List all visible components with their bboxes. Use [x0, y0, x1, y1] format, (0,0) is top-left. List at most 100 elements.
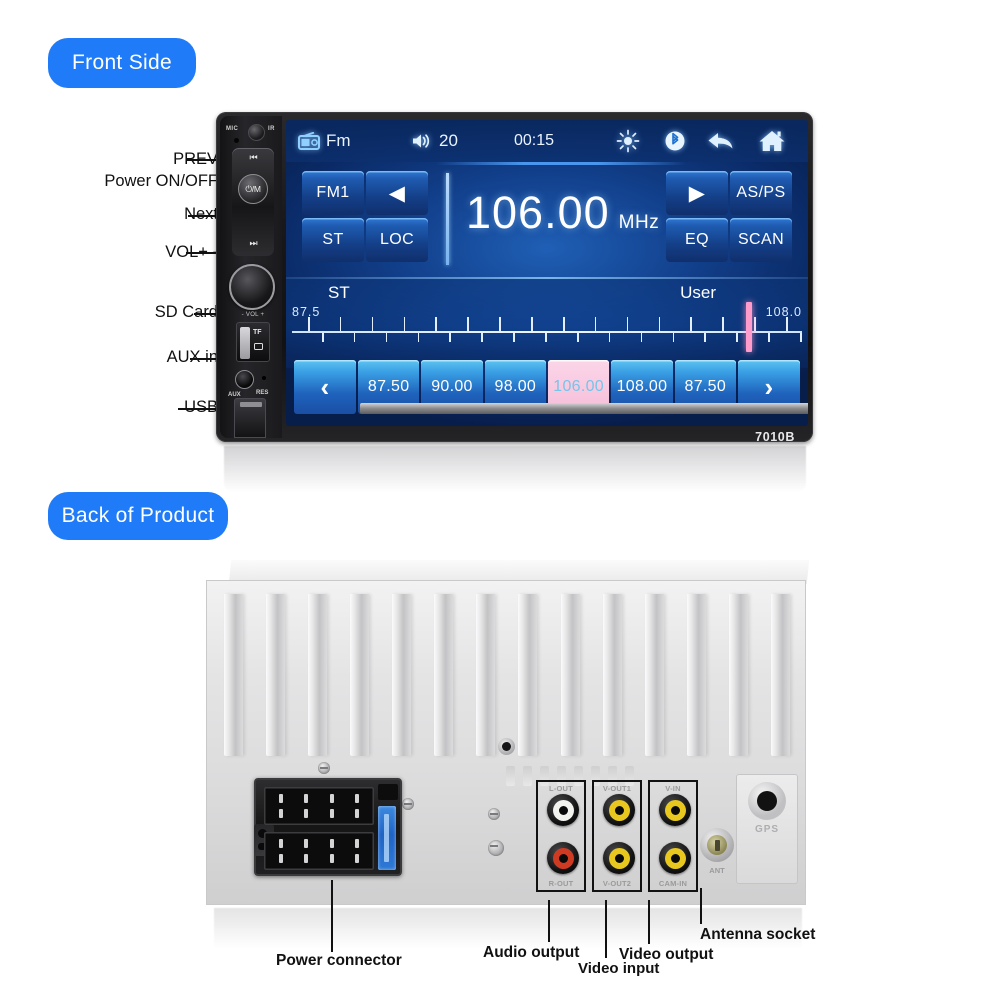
- power-pin: [355, 794, 360, 803]
- rca-r-out[interactable]: [547, 842, 579, 874]
- rca-v-in[interactable]: [659, 794, 691, 826]
- back-of-product-badge: Back of Product: [48, 492, 228, 540]
- volume-knob-label: - VOL +: [241, 312, 265, 318]
- stereo-button[interactable]: ST: [302, 218, 364, 262]
- source-indicator[interactable]: Fm: [298, 131, 351, 151]
- scale-tick-minor: [576, 333, 579, 342]
- power-connector-top-block: [264, 787, 374, 825]
- callout-video-output-label: Video output: [619, 946, 714, 963]
- antenna-pin: [714, 839, 720, 851]
- fuse[interactable]: [378, 806, 396, 870]
- prev-track-icon[interactable]: ⏮: [232, 152, 274, 163]
- scale-marker: [745, 302, 752, 352]
- scale-tick-major: [594, 317, 597, 331]
- scale-tick-major: [754, 317, 756, 331]
- home-button[interactable]: [758, 129, 786, 153]
- frequency-unit: MHz: [618, 212, 660, 233]
- tune-down-button[interactable]: ◀: [366, 171, 428, 215]
- usb-tongue: [240, 402, 262, 407]
- power-pin: [304, 809, 309, 818]
- antenna-socket-inner: [707, 835, 727, 855]
- scale-tick-major: [339, 317, 342, 331]
- volume-indicator[interactable]: 20: [411, 131, 458, 151]
- scale-tick-major: [658, 317, 661, 331]
- radio-icon: [298, 132, 320, 150]
- frequency-scale[interactable]: ST User 87.5 108.0: [286, 277, 808, 368]
- sd-card: [240, 327, 250, 359]
- power-connector[interactable]: [254, 778, 402, 876]
- brightness-icon: [616, 129, 640, 153]
- scale-tick-minor: [608, 333, 611, 342]
- scale-tick-minor: [321, 333, 324, 342]
- r-out-label: R-OUT: [548, 879, 574, 888]
- callout-next-label: Next: [184, 205, 218, 223]
- model-number: 7010B: [755, 430, 795, 442]
- next-track-icon[interactable]: ⏭: [232, 238, 274, 249]
- scale-tick-major: [690, 317, 693, 331]
- callout-audio-output-label: Audio output: [483, 944, 580, 961]
- power-pin: [278, 839, 283, 848]
- callout-video-output: Video output: [619, 946, 713, 964]
- rca-v-out2[interactable]: [603, 842, 635, 874]
- aux-input-jack[interactable]: [235, 370, 254, 389]
- power-pin: [329, 794, 334, 803]
- heatsink-fin: [770, 594, 790, 756]
- mic-hole: [234, 138, 239, 143]
- reset-hole[interactable]: [262, 376, 266, 380]
- power-pin: [278, 854, 283, 863]
- scale-tick-minor: [385, 333, 388, 342]
- stereo-label: ST: [322, 231, 344, 248]
- transport-button-cluster[interactable]: ⏮ ⏻/M ⏭: [232, 148, 274, 256]
- scale-tick-minor: [353, 333, 356, 342]
- local-button[interactable]: LOC: [366, 218, 428, 262]
- leader-audio-output: [548, 900, 550, 942]
- chassis-hole-inner: [502, 742, 511, 751]
- bluetooth-button[interactable]: [664, 130, 686, 152]
- tuner-area: FM1 ◀ ST LOC 106.00 MHz ▶ AS/PS EQ SCAN: [286, 165, 808, 277]
- touchscreen-display[interactable]: Fm 20 00:15 FM1 ◀ ST LOC 106.00 MHz ▶ AS…: [286, 120, 808, 426]
- autostore-button[interactable]: AS/PS: [730, 171, 792, 215]
- back-of-product-badge-label: Back of Product: [61, 504, 215, 527]
- scale-stereo-label: ST: [328, 283, 350, 302]
- frequency-value: 106.00: [466, 187, 610, 238]
- gps-label: GPS: [754, 824, 780, 835]
- antenna-socket[interactable]: [700, 828, 734, 862]
- scale-user-label: User: [680, 283, 716, 302]
- gps-socket[interactable]: [748, 782, 786, 820]
- band-label: FM1: [316, 184, 350, 201]
- mic-label: MIC: [226, 126, 239, 132]
- speaker-icon: [413, 134, 430, 148]
- rca-cam-in[interactable]: [659, 842, 691, 874]
- scale-tick-major: [722, 317, 724, 331]
- power-pin: [355, 809, 360, 818]
- scan-label: SCAN: [737, 231, 785, 248]
- res-label: RES: [256, 390, 269, 396]
- chassis-hole: [498, 738, 515, 755]
- power-pin-grid-top: [268, 791, 370, 821]
- rca-l-out[interactable]: [547, 794, 579, 826]
- rca-jack-area: L-OUT R-OUT V-OUT1 V-OUT2 V-IN CAM-IN AN…: [536, 780, 734, 892]
- frequency-divider: [446, 173, 449, 265]
- volume-knob[interactable]: [229, 264, 275, 310]
- scale-top-line: [286, 277, 808, 279]
- brightness-button[interactable]: [616, 129, 640, 153]
- equalizer-button[interactable]: EQ: [666, 218, 728, 262]
- sd-card-icon: [254, 343, 263, 350]
- scale-tick-minor: [800, 333, 802, 342]
- back-button[interactable]: [706, 130, 736, 152]
- tune-up-button[interactable]: ▶: [666, 171, 728, 215]
- heatsink-fin: [476, 594, 496, 756]
- power-connector-bottom-block: [264, 832, 374, 870]
- gps-socket-hole: [757, 791, 777, 811]
- power-pin: [329, 839, 334, 848]
- preset-prev-button[interactable]: ‹: [294, 360, 356, 414]
- usb-port[interactable]: [234, 398, 266, 438]
- scan-button[interactable]: SCAN: [730, 218, 792, 262]
- v-out1-label: V-OUT1: [602, 784, 632, 793]
- rca-v-out1[interactable]: [603, 794, 635, 826]
- scale-tick-minor: [736, 333, 738, 342]
- heatsink-fin: [350, 594, 370, 756]
- band-button[interactable]: FM1: [302, 171, 364, 215]
- power-button[interactable]: ⏻/M: [238, 174, 268, 204]
- sd-card-slot[interactable]: TF: [236, 322, 270, 362]
